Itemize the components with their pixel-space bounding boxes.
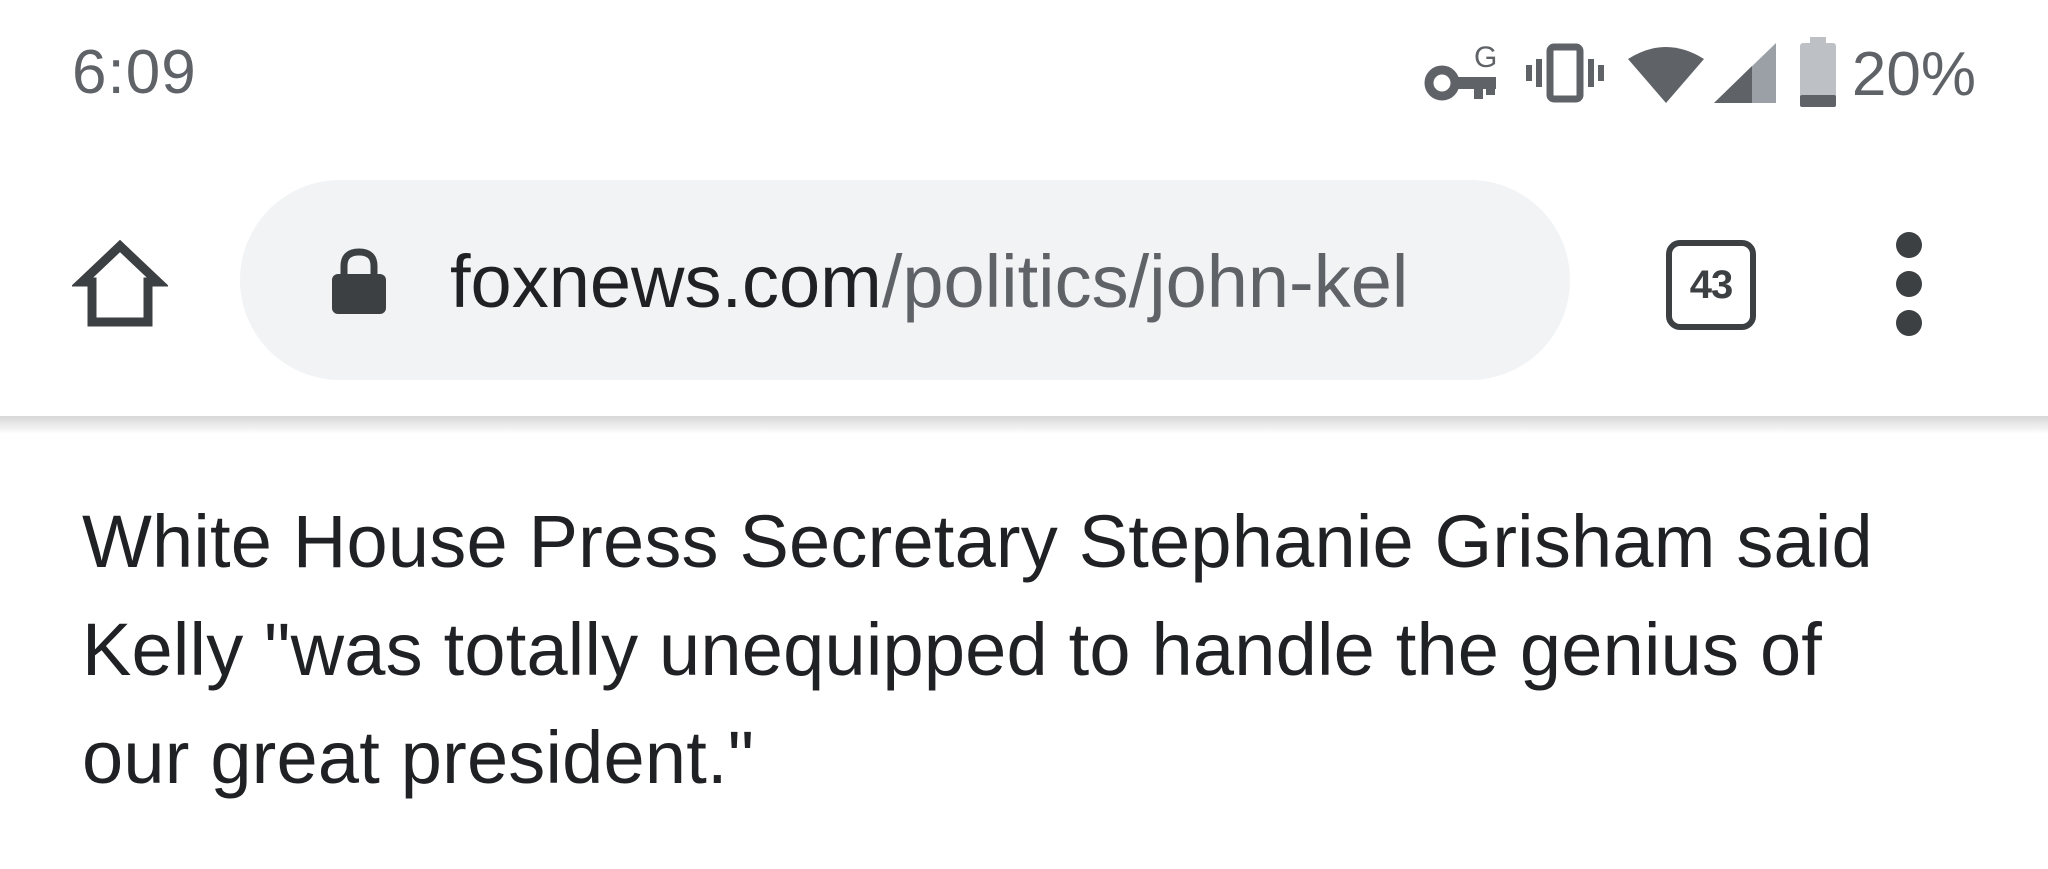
- vpn-badge-text: G: [1474, 41, 1497, 74]
- status-time: 6:09: [72, 38, 197, 107]
- home-icon: [72, 239, 168, 327]
- url-domain: foxnews.com: [450, 240, 882, 323]
- status-icons: G 20%: [1404, 30, 1976, 120]
- lock-icon: [332, 248, 386, 314]
- article-line: Kelly "was totally unequipped to handle …: [82, 608, 1823, 691]
- wifi-icon: [1626, 41, 1706, 110]
- article-line: our great president.": [82, 716, 755, 799]
- toolbar-shadow: [0, 416, 2048, 434]
- url-bar[interactable]: foxnews.com/politics/john-kel: [240, 180, 1570, 380]
- browser-screen: 6:09 G 20% foxnews.com/politics/john-kel…: [0, 0, 2048, 869]
- cell-signal-icon: [1712, 41, 1778, 110]
- menu-dot: [1896, 310, 1922, 336]
- article-line: White House Press Secretary Stephanie Gr…: [82, 500, 1873, 583]
- status-bar: 6:09 G 20%: [0, 0, 2048, 150]
- battery-percent: 20%: [1851, 40, 1976, 109]
- tab-count: 43: [1666, 240, 1756, 330]
- menu-dot: [1896, 271, 1922, 297]
- menu-dot: [1896, 232, 1922, 258]
- article-paragraph: White House Press Secretary Stephanie Gr…: [82, 488, 1982, 812]
- browser-toolbar: foxnews.com/politics/john-kel 43: [0, 150, 2048, 416]
- home-button[interactable]: [62, 226, 178, 342]
- more-vert-icon[interactable]: [1874, 232, 1944, 336]
- vibrate-icon: [1524, 41, 1606, 110]
- url-text: foxnews.com/politics/john-kel: [450, 240, 1540, 324]
- vpn-key-icon: G: [1424, 37, 1504, 114]
- url-path: /politics/john-kel: [881, 240, 1409, 323]
- tab-switcher-button[interactable]: 43: [1662, 236, 1756, 330]
- battery-icon: [1798, 36, 1838, 114]
